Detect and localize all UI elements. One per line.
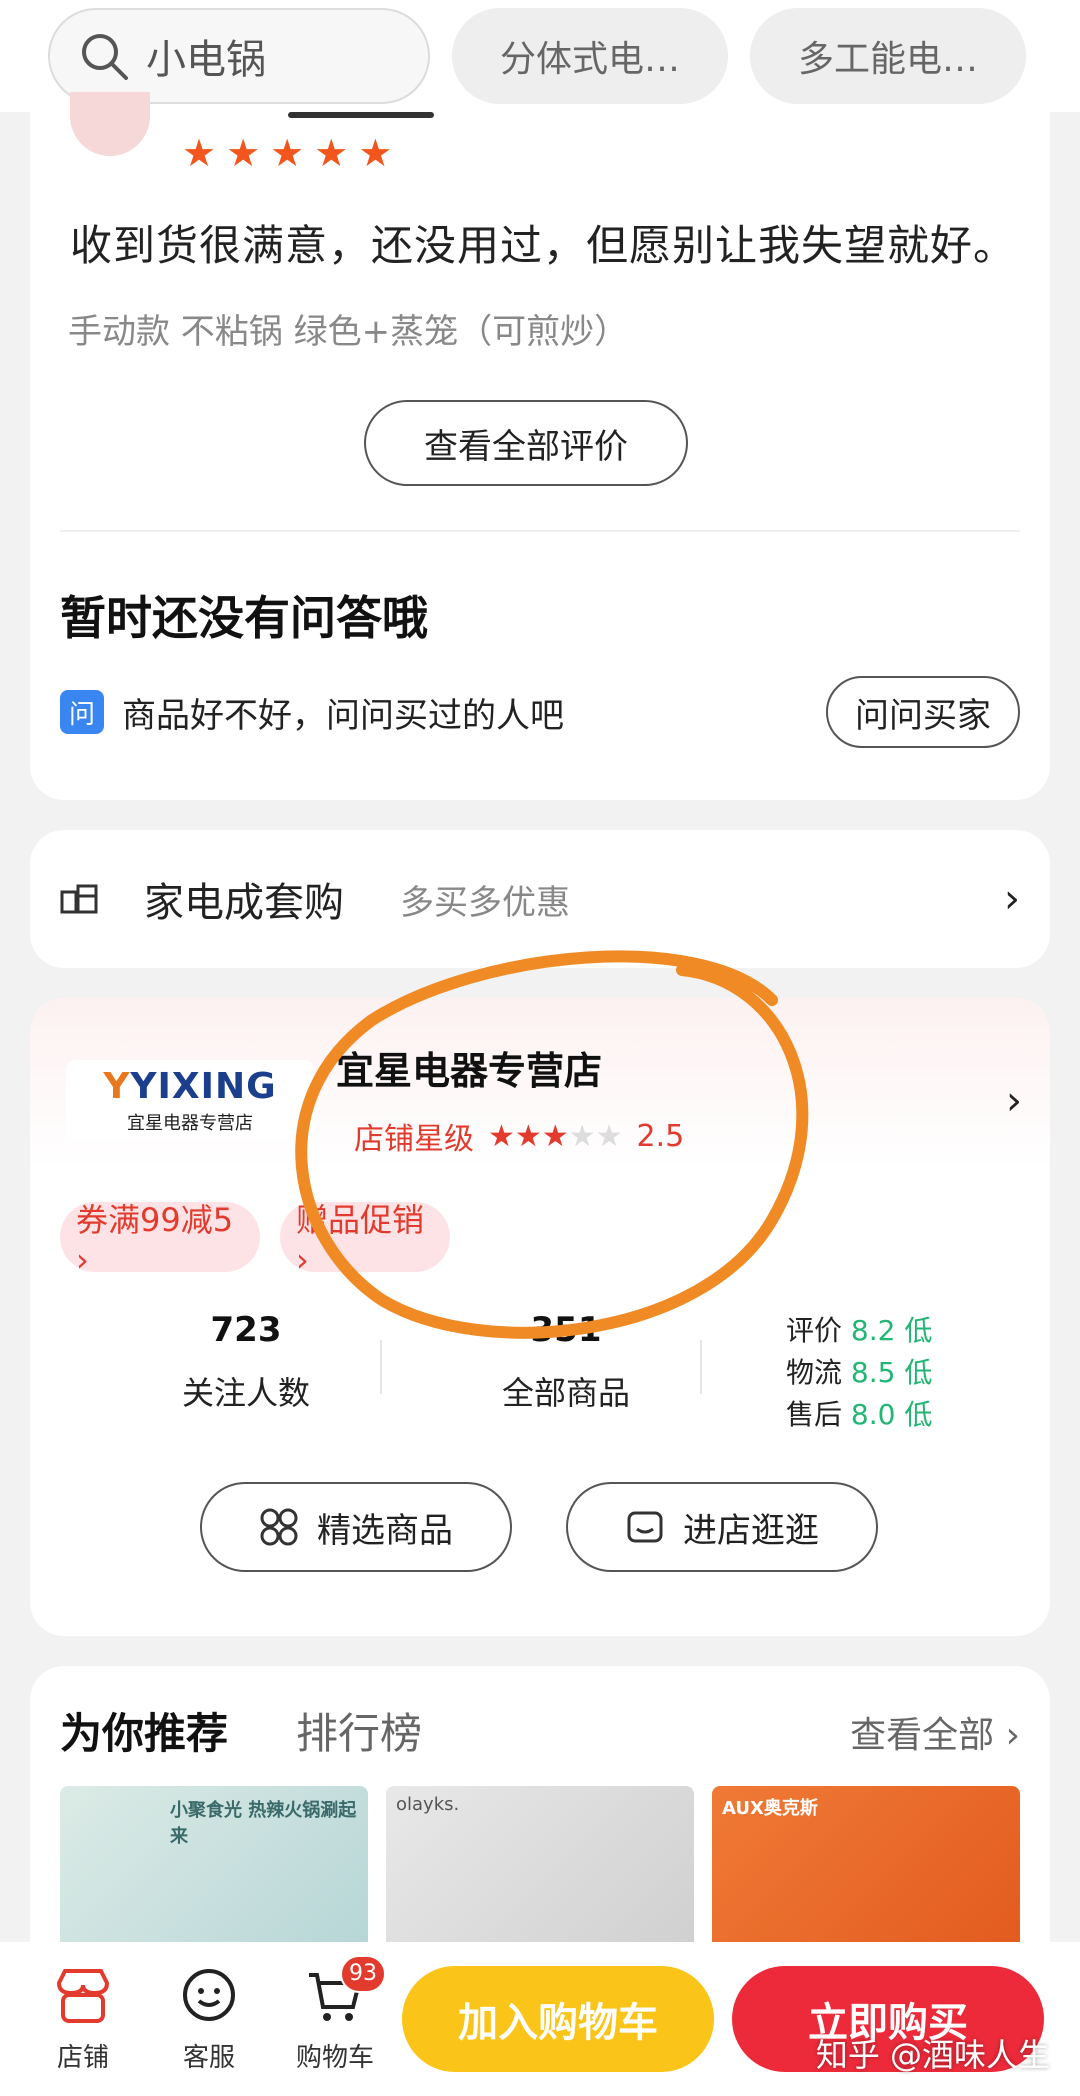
suggestion-chip-2[interactable]: 多工能电… [750, 8, 1026, 104]
top-search-bar: 小电锅 分体式电… 多工能电… [0, 0, 1080, 112]
products-label: 全部商品 [501, 1374, 630, 1412]
logo-brand: YIXING [130, 1065, 277, 1107]
qa-row: 问 商品好不好，问问买过的人吧 问问买家 [60, 672, 1020, 752]
star-icon: ★ [358, 131, 393, 175]
all-reviews-button[interactable]: 查看全部评价 [364, 400, 688, 486]
chat-icon [183, 1968, 235, 2021]
followers-label: 关注人数 [181, 1374, 310, 1412]
rating-value: 2.5 [636, 1118, 685, 1154]
half-star-icon: ★ [541, 1118, 569, 1154]
divider [60, 530, 1020, 532]
watermark: 知乎 @酒味人生 [815, 2036, 1050, 2074]
star-icon: ★ [488, 1118, 515, 1154]
bundle-title: 家电成套购 [144, 880, 344, 926]
rating-stars: ★★★★★ [488, 1119, 623, 1154]
bottom-action-bar: 店铺 客服 购物车 93 加入购物车 立即购买 知乎 @酒味人生 [0, 1942, 1080, 2096]
bundle-subtitle: 多买多优惠 [400, 882, 570, 923]
search-icon [82, 34, 128, 80]
add-to-cart-button[interactable]: 加入购物车 [402, 1966, 714, 2072]
visit-store-button[interactable]: 进店逛逛 [566, 1482, 878, 1572]
star-icon: ★ [314, 131, 349, 175]
ask-buyers-button[interactable]: 问问买家 [826, 676, 1020, 748]
review-stars: ★ ★ ★ ★ ★ [182, 134, 392, 172]
products-stat[interactable]: 351 全部商品 [416, 1310, 716, 1414]
review-spec: 手动款 不粘锅 绿色+蒸笼（可煎炒） [68, 312, 629, 352]
cart-tab[interactable]: 购物车 93 [272, 1954, 398, 2074]
divider [700, 1340, 702, 1394]
search-value: 小电锅 [146, 37, 266, 83]
store-rating: 店铺星级 ★★★★★ 2.5 [354, 1114, 684, 1158]
store-icon [627, 1511, 663, 1543]
tab-recommend[interactable]: 为你推荐 [60, 1700, 228, 1761]
suggestion-chip-1[interactable]: 分体式电… [452, 8, 728, 104]
appliance-icon [60, 884, 98, 914]
star-empty-icon: ★ [595, 1118, 623, 1154]
star-empty-icon: ★ [568, 1118, 596, 1154]
store-card: YYIXING 宜星电器专营店 宜星电器专营店 店铺星级 ★★★★★ 2.5 ›… [30, 998, 1050, 1636]
cart-count-badge: 93 [340, 1954, 386, 1993]
question-icon: 问 [60, 690, 104, 734]
score-aftersales: 售后 8.0 低 [786, 1398, 933, 1431]
star-icon: ★ [182, 131, 217, 175]
coupon-badge[interactable]: 券满99减5 › [60, 1201, 260, 1279]
star-icon: ★ [514, 1118, 542, 1154]
store-tab[interactable]: 店铺 [20, 1965, 146, 2074]
featured-products-button[interactable]: 精选商品 [200, 1482, 512, 1572]
reviewer-name-mask [288, 112, 434, 118]
chevron-right-icon: › [1004, 876, 1020, 922]
product-thumb[interactable]: AUX奥克斯 [712, 1786, 1020, 1966]
search-input[interactable]: 小电锅 [48, 8, 430, 104]
followers-count: 723 [210, 1310, 282, 1350]
qa-prompt: 商品好不好，问问买过的人吧 [122, 695, 564, 736]
chevron-right-icon[interactable]: › [1006, 1078, 1022, 1124]
review-card: ★ ★ ★ ★ ★ 收到货很满意，还没用过，但愿别让我失望就好。 手动款 不粘锅… [30, 92, 1050, 800]
shop-icon [56, 1968, 110, 2023]
store-name[interactable]: 宜星电器专营店 [336, 1040, 602, 1095]
review-text: 收到货很满意，还没用过，但愿别让我失望就好。 [70, 221, 1017, 270]
store-logo[interactable]: YYIXING 宜星电器专营店 [66, 1060, 314, 1140]
store-scores: 评价 8.2 低 物流 8.5 低 售后 8.0 低 [786, 1310, 932, 1436]
star-icon: ★ [226, 131, 261, 175]
customer-service-tab[interactable]: 客服 [146, 1965, 272, 2074]
gift-promo-badge[interactable]: 赠品促销 › [280, 1201, 450, 1279]
divider [380, 1340, 382, 1394]
score-logistics: 物流 8.5 低 [786, 1356, 933, 1389]
score-review: 评价 8.2 低 [786, 1314, 933, 1347]
see-all-link[interactable]: 查看全部 › [850, 1706, 1020, 1758]
grid-icon [260, 1508, 298, 1546]
bundle-card[interactable]: 家电成套购 多买多优惠 › [30, 830, 1050, 968]
rating-label: 店铺星级 [354, 1122, 474, 1157]
product-thumb[interactable]: 小聚食光 热辣火锅涮起来 [60, 1786, 368, 1966]
product-thumb[interactable]: olayks. [386, 1786, 694, 1966]
logo-subtitle: 宜星电器专营店 [127, 1112, 253, 1134]
qa-title: 暂时还没有问答哦 [60, 591, 428, 645]
tab-ranking[interactable]: 排行榜 [296, 1700, 422, 1761]
followers-stat: 723 关注人数 [96, 1310, 396, 1414]
products-count: 351 [530, 1310, 602, 1350]
reviewer-avatar [70, 92, 150, 156]
star-icon: ★ [270, 131, 305, 175]
